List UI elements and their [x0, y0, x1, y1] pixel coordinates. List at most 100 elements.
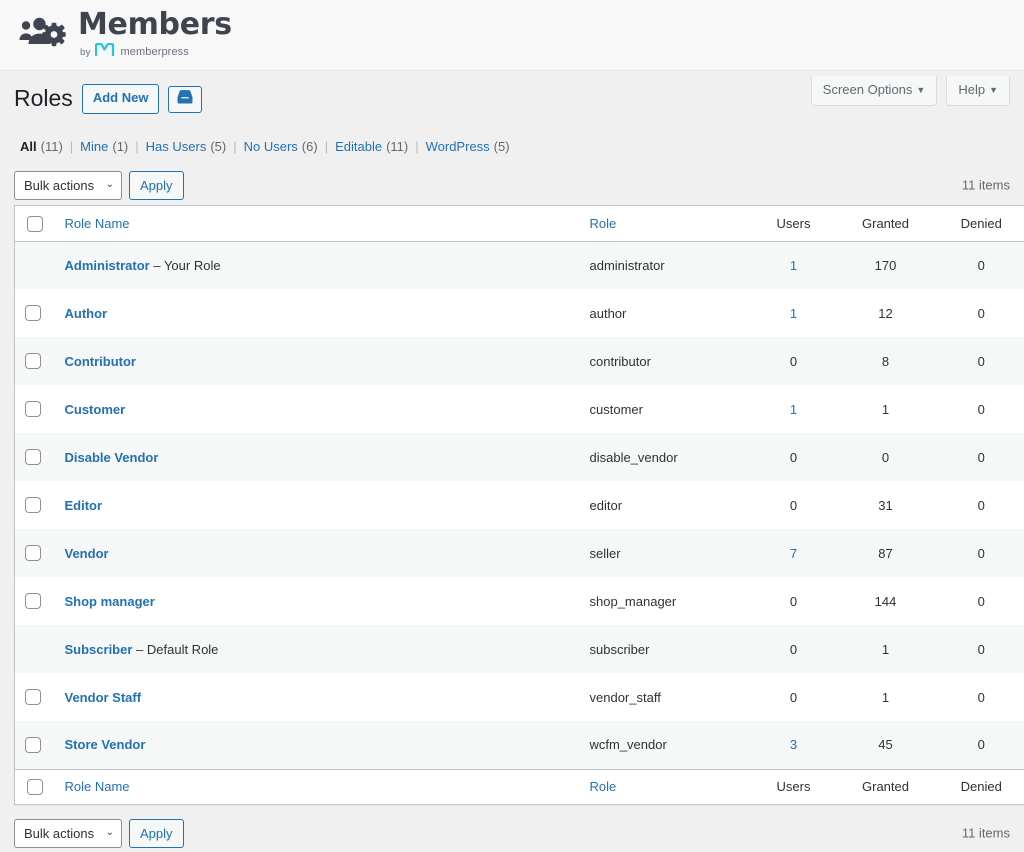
brand-title: Members — [78, 6, 232, 42]
row-select-cell — [15, 481, 55, 529]
granted-count-cell: 0 — [881, 449, 890, 465]
sort-link-role-bottom[interactable]: Role — [590, 779, 617, 794]
memberpress-wordmark: memberpress — [120, 45, 189, 58]
import-export-button[interactable] — [168, 85, 203, 113]
role-name-link[interactable]: Customer — [65, 402, 126, 417]
row-select-cell — [15, 721, 55, 769]
filter-link-no-users[interactable]: No Users — [244, 139, 298, 154]
sort-link-role-name-bottom[interactable]: Role Name — [65, 779, 130, 794]
select-all-checkbox-top[interactable] — [26, 215, 43, 232]
role-name-link[interactable]: Contributor — [65, 354, 136, 369]
apply-button-top[interactable]: Apply — [129, 170, 184, 200]
users-count-cell: 0 — [750, 337, 838, 385]
users-count-link[interactable]: 7 — [790, 546, 797, 561]
denied-count-cell: 0 — [977, 353, 985, 369]
denied-count-cell: 0 — [977, 401, 985, 417]
users-count-value: 0 — [789, 497, 798, 513]
screen-meta-links: Screen Options ▼ Help ▼ — [810, 76, 1010, 106]
row-select-cell — [15, 241, 55, 289]
role-name-link[interactable]: Shop manager — [65, 594, 155, 609]
row-checkbox[interactable] — [25, 545, 41, 562]
users-count-cell: 7 — [750, 529, 838, 577]
filter-link-has-users[interactable]: Has Users — [146, 139, 207, 154]
granted-count-cell: 87 — [878, 545, 893, 561]
filter-link-wordpress[interactable]: WordPress — [426, 139, 490, 154]
column-header-role: Role — [579, 205, 750, 242]
filter-link-editable[interactable]: Editable — [335, 139, 382, 154]
role-name-link[interactable]: Editor — [65, 498, 103, 513]
users-count-link[interactable]: 1 — [790, 402, 797, 417]
members-logo: Members by memberpress — [18, 6, 232, 61]
row-select-cell — [15, 577, 55, 625]
row-checkbox[interactable] — [25, 449, 41, 466]
bulk-actions-select-bottom[interactable]: Bulk actions — [14, 818, 122, 848]
role-name-cell: Store Vendor — [55, 721, 580, 769]
add-new-button[interactable]: Add New — [81, 84, 160, 114]
role-name-link[interactable]: Disable Vendor — [65, 450, 159, 465]
apply-button-bottom[interactable]: Apply — [129, 818, 184, 848]
sort-link-role[interactable]: Role — [590, 216, 617, 231]
row-select-cell — [15, 625, 55, 673]
row-checkbox[interactable] — [25, 497, 41, 514]
users-count-cell: 0 — [750, 577, 838, 625]
column-header-users: Users — [749, 205, 838, 242]
row-checkbox[interactable] — [25, 689, 41, 706]
filter-link-all[interactable]: All — [20, 139, 37, 154]
brand-text: Members by memberpress — [78, 6, 232, 61]
row-select-cell — [15, 433, 55, 481]
column-header-denied: Denied — [933, 205, 1024, 242]
brand-by-label: by — [80, 46, 91, 57]
role-name-link[interactable]: Author — [65, 306, 108, 321]
filter-separator: | — [135, 139, 139, 154]
select-all-checkbox-bottom[interactable] — [26, 779, 43, 796]
screen-options-button[interactable]: Screen Options ▼ — [810, 76, 938, 106]
filter-count-editable: (11) — [386, 139, 409, 154]
table-row: Shop manager shop_manager 0 144 0 — [15, 577, 1024, 625]
table-body: Administrator – Your Role administrator 1 1… — [14, 241, 1024, 770]
filter-count-no-users: (6) — [301, 139, 318, 154]
help-label: Help — [958, 82, 986, 97]
bulk-actions-select-wrap: Bulk actions ⌄ — [14, 170, 122, 200]
row-checkbox[interactable] — [25, 737, 41, 754]
users-count-cell: 3 — [750, 721, 838, 769]
users-count-link[interactable]: 1 — [790, 306, 797, 321]
role-name-link[interactable]: Subscriber — [65, 642, 133, 657]
row-select-cell — [15, 673, 55, 721]
bulk-actions-select-top[interactable]: Bulk actions — [14, 170, 122, 200]
role-slug-cell: seller — [589, 545, 621, 561]
role-name-link[interactable]: Administrator — [65, 258, 150, 273]
denied-count-cell: 0 — [977, 545, 985, 561]
role-slug-cell: editor — [589, 497, 623, 513]
role-name-cell: Customer — [55, 385, 580, 433]
role-name-note: – Default Role — [132, 641, 219, 657]
help-button[interactable]: Help ▼ — [946, 76, 1010, 106]
granted-count-cell: 1 — [881, 401, 890, 417]
role-name-link[interactable]: Vendor — [65, 546, 109, 561]
select-all-header — [14, 205, 55, 242]
row-checkbox[interactable] — [25, 305, 41, 322]
filter-link-mine[interactable]: Mine — [80, 139, 108, 154]
role-name-link[interactable]: Store Vendor — [65, 737, 146, 752]
users-count-link[interactable]: 1 — [790, 258, 797, 273]
chevron-down-icon: ▼ — [916, 85, 926, 95]
table-row: Customer customer 1 1 0 — [15, 385, 1024, 433]
users-count-link[interactable]: 3 — [790, 737, 797, 752]
sort-link-role-name[interactable]: Role Name — [65, 216, 130, 231]
granted-count-cell: 31 — [878, 497, 893, 513]
role-filter-links: All (11) | Mine (1) | Has Users (5) | No… — [20, 139, 1012, 154]
role-name-cell: Contributor — [55, 337, 580, 385]
role-slug-cell: shop_manager — [589, 593, 677, 609]
role-slug-cell: subscriber — [589, 641, 650, 657]
filter-count-wordpress: (5) — [493, 139, 510, 154]
table-row: Contributor contributor 0 8 0 — [14, 337, 1024, 386]
table-row: Administrator – Your Role administrator 1 1… — [14, 241, 1024, 290]
table-row: Subscriber – Default Role subscriber 0 1 0 — [14, 625, 1024, 674]
row-checkbox[interactable] — [25, 353, 41, 370]
row-checkbox[interactable] — [25, 593, 41, 610]
role-name-cell: Vendor Staff — [55, 673, 580, 721]
filter-item-all: All (11) | — [20, 139, 80, 154]
row-checkbox[interactable] — [25, 401, 41, 418]
users-count-cell: 0 — [750, 625, 838, 673]
role-name-link[interactable]: Vendor Staff — [65, 690, 142, 705]
role-name-cell: Administrator – Your Role — [55, 241, 580, 289]
